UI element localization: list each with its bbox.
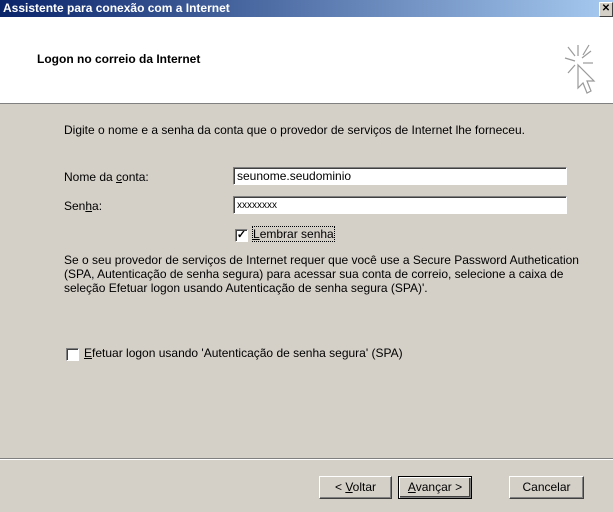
wizard-header: Logon no correio da Internet xyxy=(0,17,613,104)
spa-info-text: Se o seu provedor de serviços de Interne… xyxy=(64,253,579,295)
cancel-button[interactable]: Cancelar xyxy=(509,476,584,499)
remember-password-label[interactable]: Lembrar senha xyxy=(252,226,335,242)
page-title: Logon no correio da Internet xyxy=(37,52,201,66)
intro-text: Digite o nome e a senha da conta que o p… xyxy=(64,123,525,137)
spa-checkbox-label[interactable]: Efetuar logon usando 'Autenticação de se… xyxy=(84,346,403,360)
back-button[interactable]: < Voltar xyxy=(319,476,392,499)
check-mark-icon: ✓ xyxy=(236,229,247,241)
password-input[interactable]: xxxxxxxx xyxy=(233,196,567,214)
close-button[interactable]: ✕ xyxy=(599,2,613,17)
account-name-input[interactable]: seunome.seudominio xyxy=(233,167,567,185)
password-label: Senha: xyxy=(64,199,103,213)
close-icon: ✕ xyxy=(601,3,611,14)
window-title: Assistente para conexão com a Internet xyxy=(3,1,230,15)
wizard-sparkle-cursor-icon xyxy=(564,44,596,94)
title-bar: Assistente para conexão com a Internet ✕ xyxy=(0,0,613,17)
remember-password-checkbox[interactable]: ✓ xyxy=(235,229,248,242)
account-name-label: Nome da conta: xyxy=(64,170,149,184)
spa-checkbox[interactable] xyxy=(66,348,79,361)
footer-separator xyxy=(0,458,613,460)
next-button[interactable]: Avançar > xyxy=(398,476,472,499)
